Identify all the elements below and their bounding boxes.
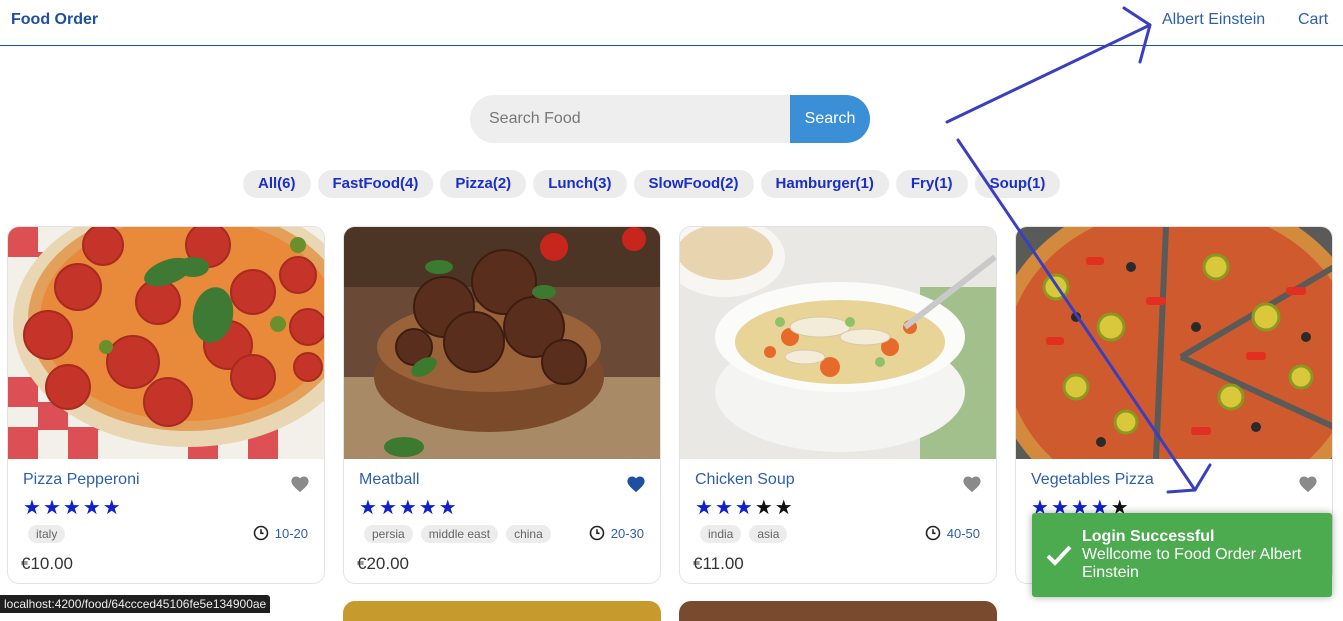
food-price: €10.00	[21, 554, 73, 573]
food-name[interactable]: Pizza Pepperoni	[23, 471, 140, 489]
food-image-meatball[interactable]	[344, 227, 660, 459]
star-icon: ★	[734, 497, 755, 519]
tag-lunch[interactable]: Lunch(3)	[533, 170, 627, 198]
star-icon: ★	[438, 497, 459, 519]
origin-tag: persia	[364, 525, 413, 543]
origin-tag: india	[700, 525, 742, 543]
toast-title: Login Successful	[1082, 528, 1215, 545]
search-input[interactable]	[470, 95, 790, 143]
origin-tags: italy	[28, 525, 66, 543]
tag-hamburger[interactable]: Hamburger(1)	[760, 170, 889, 198]
food-card-partial[interactable]	[679, 601, 997, 621]
rating-stars: ★★★★★	[23, 495, 123, 520]
rating-stars: ★★★★★	[695, 495, 795, 520]
tag-fry[interactable]: Fry(1)	[895, 170, 968, 198]
food-name[interactable]: Meatball	[359, 471, 419, 489]
cook-time: 10-20	[253, 525, 308, 541]
star-icon: ★	[42, 497, 63, 519]
food-card[interactable]: Chicken Soup ★★★★★ india asia 40-50 €11.…	[679, 226, 997, 584]
star-icon: ★	[82, 497, 103, 519]
origin-tag: italy	[28, 525, 66, 543]
star-icon: ★	[754, 497, 775, 519]
status-bar-url: localhost:4200/food/64ccced45106fe5e1349…	[0, 595, 271, 613]
cook-time: 20-30	[589, 525, 644, 541]
tag-slowfood[interactable]: SlowFood(2)	[633, 170, 754, 198]
food-image-vegetables-pizza[interactable]	[1016, 227, 1332, 459]
tag-all[interactable]: All(6)	[243, 170, 311, 198]
cart-link[interactable]: Cart	[1298, 11, 1328, 29]
food-image-chicken-soup[interactable]	[680, 227, 996, 459]
star-icon: ★	[695, 497, 715, 519]
star-icon: ★	[774, 497, 795, 519]
star-icon: ★	[23, 497, 43, 519]
food-name[interactable]: Chicken Soup	[695, 471, 795, 489]
tag-pizza[interactable]: Pizza(2)	[440, 170, 527, 198]
food-image-pizza-pepperoni[interactable]	[8, 227, 324, 459]
search-bar: Search	[470, 95, 870, 143]
clock-icon	[253, 525, 269, 541]
food-card[interactable]: Meatball ★★★★★ persia middle east china …	[343, 226, 661, 584]
cook-time-value: 10-20	[274, 525, 308, 541]
star-icon: ★	[359, 497, 379, 519]
clock-icon	[925, 525, 941, 541]
star-icon: ★	[378, 497, 399, 519]
star-icon: ★	[102, 497, 123, 519]
origin-tag: asia	[749, 525, 788, 543]
star-icon: ★	[418, 497, 439, 519]
star-icon: ★	[398, 497, 419, 519]
top-header: Food Order Albert Einstein Cart	[0, 0, 1343, 46]
search-button[interactable]: Search	[790, 95, 870, 143]
favorite-heart-icon[interactable]	[962, 475, 982, 493]
food-card[interactable]: Pizza Pepperoni ★★★★★ italy 10-20 €10.00	[7, 226, 325, 584]
origin-tag: china	[506, 525, 551, 543]
login-success-toast[interactable]: Login Successful Wellcome to Food Order …	[1032, 513, 1332, 597]
star-icon: ★	[62, 497, 83, 519]
cook-time: 40-50	[925, 525, 980, 541]
origin-tags: india asia	[700, 525, 788, 543]
food-name[interactable]: Vegetables Pizza	[1031, 471, 1154, 489]
origin-tag: middle east	[420, 525, 499, 543]
origin-tags: persia middle east china	[364, 525, 551, 543]
clock-icon	[589, 525, 605, 541]
tag-filter-bar: All(6) FastFood(4) Pizza(2) Lunch(3) Slo…	[243, 170, 1061, 198]
checkmark-icon	[1046, 545, 1072, 566]
favorite-heart-icon[interactable]	[290, 475, 310, 493]
tag-fastfood[interactable]: FastFood(4)	[317, 170, 434, 198]
toast-message: Wellcome to Food Order Albert Einstein	[1082, 546, 1302, 581]
food-price: €20.00	[357, 554, 409, 573]
brand-logo-link[interactable]: Food Order	[11, 11, 98, 29]
favorite-heart-icon[interactable]	[1298, 475, 1318, 493]
cook-time-value: 20-30	[610, 525, 644, 541]
tag-soup[interactable]: Soup(1)	[974, 170, 1061, 198]
food-card-partial[interactable]	[343, 601, 661, 621]
star-icon: ★	[714, 497, 735, 519]
favorite-heart-icon[interactable]	[626, 475, 646, 493]
rating-stars: ★★★★★	[359, 495, 459, 520]
user-menu-link[interactable]: Albert Einstein	[1162, 11, 1265, 29]
food-price: €11.00	[693, 554, 744, 573]
cook-time-value: 40-50	[946, 525, 980, 541]
